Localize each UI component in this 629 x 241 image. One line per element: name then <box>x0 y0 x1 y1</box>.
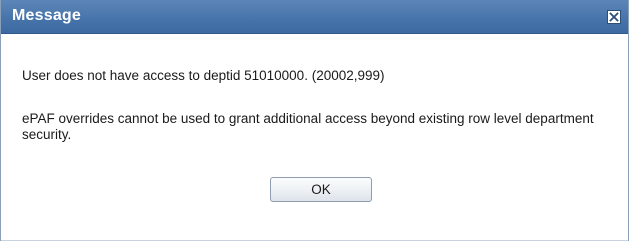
detail-message: ePAF overrides cannot be used to grant a… <box>22 111 594 142</box>
close-button[interactable] <box>607 10 621 24</box>
ok-button[interactable]: OK <box>270 177 372 202</box>
error-message: User does not have access to deptid 5101… <box>22 68 385 83</box>
dialog-titlebar[interactable]: Message <box>1 0 628 34</box>
dialog-title: Message <box>12 7 81 24</box>
message-dialog: Message User does not have access to dep… <box>0 0 629 241</box>
close-icon <box>609 12 619 22</box>
